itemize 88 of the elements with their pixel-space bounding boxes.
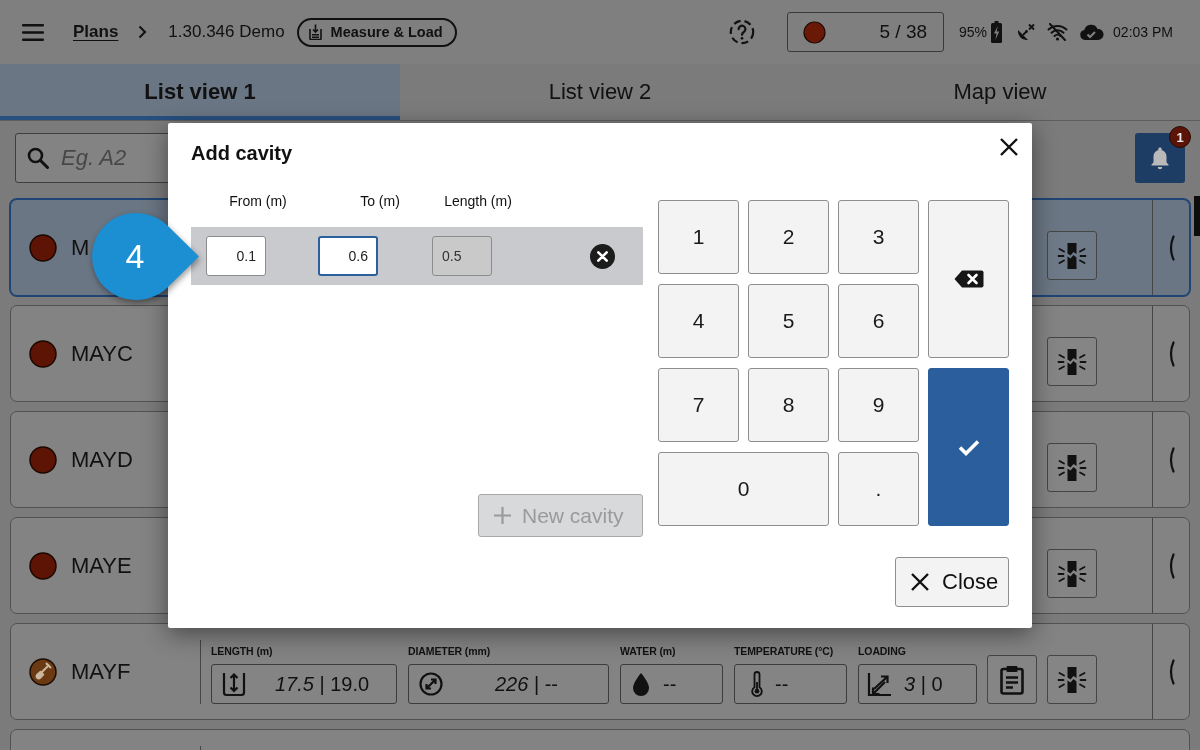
measure-value: 226 | --: [494, 672, 559, 696]
keypad-key[interactable]: 5: [748, 284, 829, 358]
column-header: From (m): [228, 192, 288, 210]
search-icon: [27, 147, 49, 169]
chevron-left-icon[interactable]: [1167, 234, 1175, 261]
battery-level: 95%: [959, 24, 988, 40]
satellite-off-icon: [1016, 22, 1036, 42]
notifications-button[interactable]: [1135, 133, 1185, 183]
broken-block-icon: [1057, 452, 1087, 483]
backspace-key[interactable]: [928, 200, 1009, 358]
measure-value: 17.5 | 19.0: [273, 672, 371, 696]
clock-time: 02:03 PM: [1113, 24, 1173, 40]
keypad-key[interactable]: 2: [748, 200, 829, 274]
chevron-left-icon[interactable]: [1167, 552, 1175, 579]
chart-arrows-icon: [867, 671, 892, 697]
broken-block-icon: [1057, 664, 1087, 695]
dialog-title: Add cavity: [191, 141, 293, 165]
keypad-key[interactable]: 3: [838, 200, 919, 274]
breakage-button[interactable]: [1047, 655, 1097, 704]
tab[interactable]: List view 1: [0, 64, 400, 120]
input-field[interactable]: 0.6: [318, 236, 378, 276]
callout-tooltip: 4: [92, 213, 200, 300]
tab[interactable]: Map view: [800, 64, 1200, 120]
chevron-left-icon[interactable]: [1167, 446, 1175, 473]
item-name: MAYD: [71, 446, 133, 473]
keypad-key[interactable]: 1: [658, 200, 739, 274]
field-label: LENGTH (m): [211, 645, 274, 657]
close-icon: [999, 137, 1019, 157]
bell-icon: [1149, 145, 1171, 171]
remove-icon[interactable]: [590, 243, 615, 269]
close-button[interactable]: [999, 137, 1019, 157]
close-icon: [910, 572, 930, 592]
item-name: MAYC: [71, 340, 133, 367]
backspace-icon: [953, 270, 984, 288]
notification-badge: 1: [1169, 126, 1191, 148]
broken-block-icon: [1057, 346, 1087, 377]
field-label: WATER (m): [620, 645, 677, 657]
breakage-button[interactable]: [1047, 231, 1097, 280]
field-label: TEMPERATURE (°C): [734, 645, 835, 657]
chevron-right-icon: [138, 25, 148, 39]
keypad-key[interactable]: .: [838, 452, 919, 526]
clipboard-icon: [1000, 664, 1024, 695]
breakage-button[interactable]: [1047, 443, 1097, 492]
bucket-arrow-icon: [308, 24, 322, 40]
depth-arrow-icon: [222, 671, 246, 697]
input-field[interactable]: 0.1: [206, 236, 266, 276]
measure-value: 3 | 0: [904, 672, 943, 696]
help-icon[interactable]: [729, 19, 756, 45]
breakage-button[interactable]: [1047, 337, 1097, 386]
broken-block-icon: [1057, 240, 1087, 271]
close-dialog-button[interactable]: Close: [895, 557, 1009, 607]
keypad-key[interactable]: 6: [838, 284, 919, 358]
thermometer-icon: [751, 670, 763, 698]
chevron-left-icon[interactable]: [1167, 658, 1175, 685]
field-label: DIAMETER (mm): [408, 645, 492, 657]
keypad-key[interactable]: 4: [658, 284, 739, 358]
item-name: M: [71, 234, 90, 261]
keypad-key[interactable]: 0: [658, 452, 829, 526]
keypad-key[interactable]: 9: [838, 368, 919, 442]
tab[interactable]: List view 2: [400, 64, 800, 120]
item-name: MAYE: [71, 552, 132, 579]
check-icon: [957, 438, 980, 456]
column-header: To (m): [359, 192, 401, 210]
item-name: MAYF: [71, 658, 131, 685]
menu-icon[interactable]: [22, 23, 44, 41]
measure-value: --: [775, 672, 789, 696]
list-item[interactable]: MAYF LENGTH (m) 17.5 | 19.0 DIAMETER (mm) 226 | -- WATER (m) -- TEMPERATURE (°C) -- LOADING 3 | 0: [10, 623, 1190, 720]
keypad-key[interactable]: 7: [658, 368, 739, 442]
mode-chip[interactable]: Measure & Load: [296, 17, 457, 47]
keypad-key[interactable]: 8: [748, 368, 829, 442]
counter-button[interactable]: 5 / 38: [787, 12, 945, 52]
breakage-button[interactable]: [1047, 549, 1097, 598]
status-dot-icon: [803, 20, 827, 44]
clipboard-button[interactable]: [987, 655, 1037, 704]
diameter-icon: [419, 672, 443, 696]
drop-icon: [631, 671, 651, 697]
project-title: 1.30.346 Demo: [168, 22, 285, 42]
column-header: Length (m): [443, 192, 513, 210]
plus-icon: [493, 506, 512, 525]
cloud-check-icon: [1079, 23, 1105, 41]
breadcrumb-link[interactable]: Plans: [73, 22, 119, 42]
scrollbar-thumb[interactable]: [1194, 196, 1200, 236]
battery-charging-icon: [991, 21, 1003, 43]
broken-block-icon: [1057, 558, 1087, 589]
wifi-off-icon: [1047, 23, 1069, 41]
measure-value: --: [663, 672, 677, 696]
chevron-left-icon[interactable]: [1167, 340, 1175, 367]
field-label: LOADING: [858, 645, 907, 657]
